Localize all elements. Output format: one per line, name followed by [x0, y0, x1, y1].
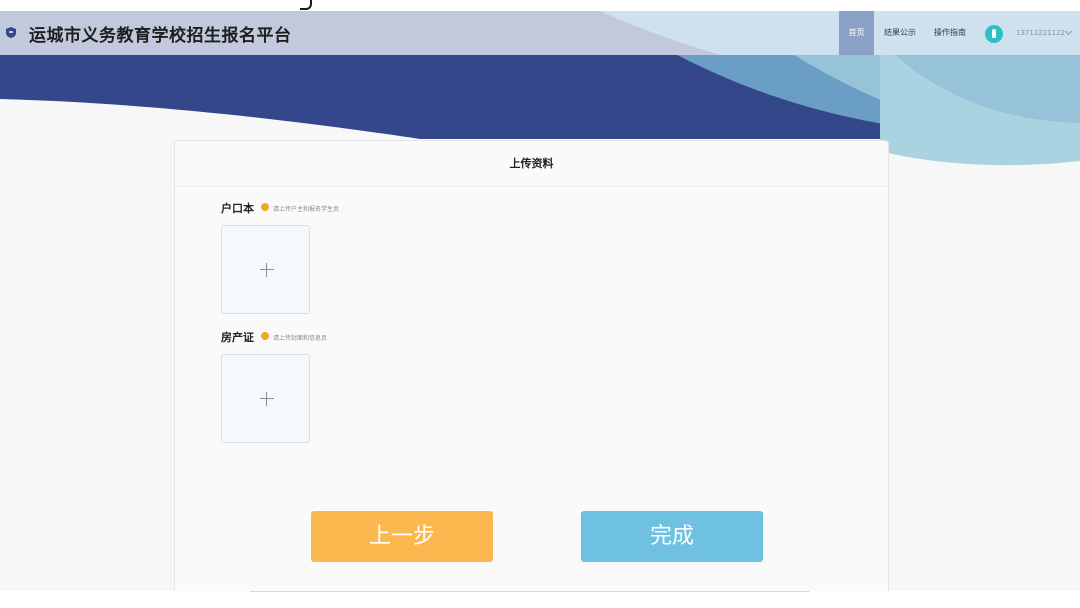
chevron-down-icon[interactable] [1064, 27, 1073, 36]
plus-icon [260, 263, 274, 277]
upload-box-hukou[interactable] [221, 225, 310, 314]
divider [250, 591, 810, 592]
bottom-strip [0, 591, 1080, 608]
field-hint-property: 请上传封面和信息页 [273, 335, 328, 342]
avatar-icon[interactable] [985, 25, 1003, 43]
field-hint-hukou: 请上传户主和报名学生页 [273, 206, 340, 213]
top-strip [0, 0, 1080, 11]
upload-box-property[interactable] [221, 354, 310, 443]
shield-logo-icon [6, 27, 16, 38]
page-stage: 运城市义务教育学校招生报名平台 首页 结果公示 操作指南 13711221122… [0, 11, 1080, 591]
warning-dot-icon [261, 203, 269, 211]
finish-button[interactable]: 完成 [581, 511, 763, 562]
cropped-glyph [300, 0, 312, 10]
upload-card: 上传资料 户口本 请上传户主和报名学生页 房产证 请上传封面和信息页 上一步 完… [174, 140, 889, 591]
prev-step-button[interactable]: 上一步 [311, 511, 493, 562]
nav-guide[interactable]: 操作指南 [934, 11, 966, 55]
top-header: 运城市义务教育学校招生报名平台 首页 结果公示 操作指南 13711221122 [0, 11, 1080, 55]
nav-results[interactable]: 结果公示 [884, 11, 916, 55]
nav-home[interactable]: 首页 [839, 11, 874, 55]
user-phone[interactable]: 13711221122 [1016, 11, 1065, 55]
field-label-property: 房产证 [221, 331, 254, 344]
field-label-hukou: 户口本 [221, 202, 254, 215]
warning-dot-icon [261, 332, 269, 340]
person-glyph [992, 29, 996, 38]
app-title: 运城市义务教育学校招生报名平台 [29, 26, 292, 46]
card-title: 上传资料 [175, 141, 888, 187]
plus-icon [260, 392, 274, 406]
